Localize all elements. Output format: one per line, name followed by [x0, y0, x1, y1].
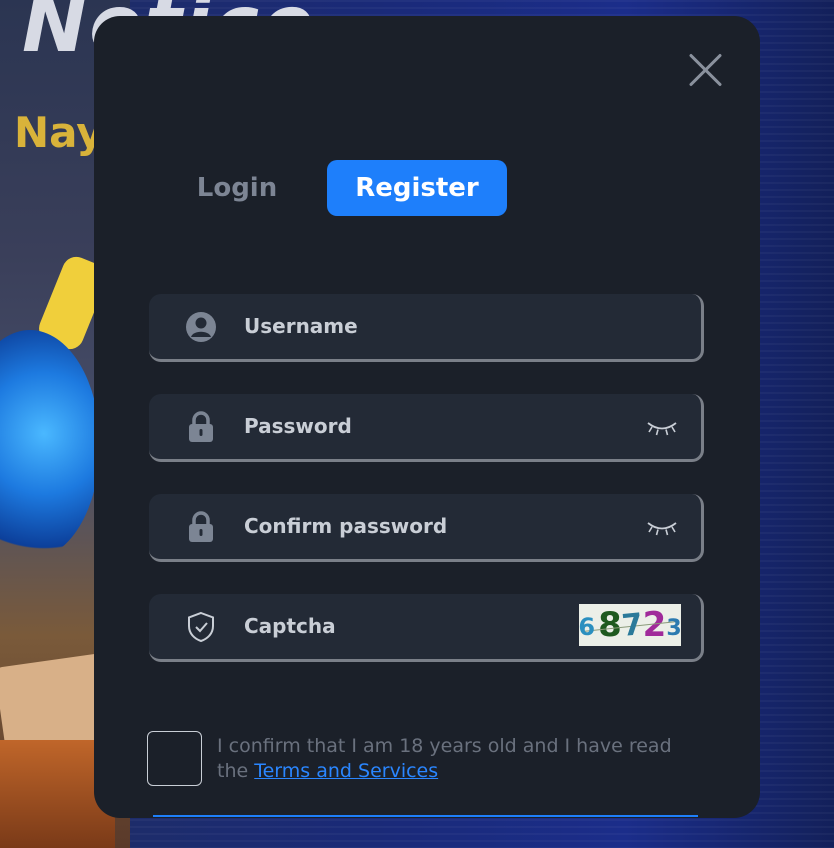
submit-button-edge	[153, 815, 698, 817]
password-input[interactable]	[244, 406, 624, 446]
username-field	[149, 294, 704, 362]
captcha-digit: 8	[598, 605, 622, 645]
shield-check-icon	[185, 611, 217, 643]
age-confirm-label: I confirm that I am 18 years old and I h…	[217, 734, 677, 784]
confirm-password-input[interactable]	[244, 506, 624, 546]
user-icon	[185, 311, 217, 343]
terms-link[interactable]: Terms and Services	[254, 760, 438, 782]
captcha-field: 6 8 7 2 3	[149, 594, 704, 662]
tab-register[interactable]: Register	[327, 160, 507, 216]
tab-login[interactable]: Login	[178, 160, 296, 216]
password-field	[149, 394, 704, 462]
eye-closed-icon[interactable]	[645, 517, 679, 537]
captcha-digit: 3	[666, 615, 681, 641]
captcha-digit: 7	[619, 606, 645, 644]
captcha-input[interactable]	[244, 606, 544, 646]
background-nay-text: Nay	[14, 108, 104, 157]
captcha-image[interactable]: 6 8 7 2 3	[579, 604, 681, 646]
close-icon[interactable]	[688, 52, 724, 88]
age-confirm-checkbox[interactable]	[147, 731, 202, 786]
lock-icon	[185, 510, 217, 543]
captcha-digit: 6	[579, 613, 596, 641]
eye-closed-icon[interactable]	[645, 417, 679, 437]
confirm-password-field	[149, 494, 704, 562]
lock-icon	[185, 410, 217, 443]
username-input[interactable]	[244, 306, 624, 346]
